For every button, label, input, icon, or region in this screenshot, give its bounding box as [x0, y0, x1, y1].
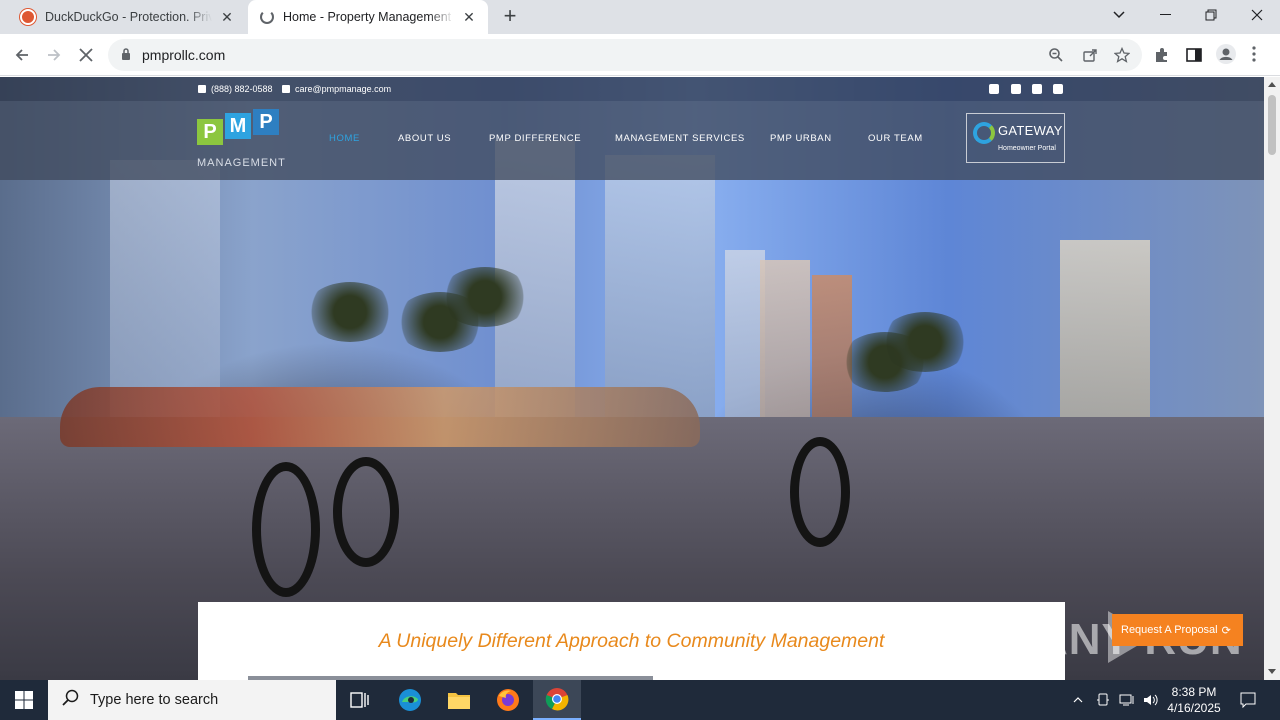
zoom-icon[interactable]	[1048, 47, 1064, 63]
nav-home[interactable]: HOME	[329, 133, 360, 144]
logo-letter: P	[253, 109, 279, 135]
gateway-portal-button[interactable]: GATEWAY Homeowner Portal	[966, 113, 1065, 163]
new-tab-button[interactable]: +	[500, 5, 520, 29]
tab-search-icon[interactable]	[1096, 0, 1142, 30]
close-tab-icon[interactable]: ✕	[460, 9, 478, 26]
search-placeholder: Type here to search	[90, 692, 219, 708]
taskbar-clock[interactable]: 8:38 PM 4/16/2025	[1158, 684, 1230, 716]
tab-duckduckgo[interactable]: DuckDuckGo - Protection. Privacy simplif…	[8, 0, 246, 34]
url-text[interactable]: pmprollc.com	[142, 47, 225, 63]
request-proposal-button[interactable]: Request A Proposal ⟳	[1112, 614, 1243, 646]
scroll-up-icon[interactable]	[1268, 82, 1276, 87]
edge-app-icon[interactable]	[386, 680, 434, 720]
logo-letter: M	[225, 113, 251, 139]
task-view-button[interactable]	[336, 680, 384, 720]
browser-toolbar: pmprollc.com	[0, 34, 1280, 76]
menu-kebab-icon[interactable]	[1252, 46, 1260, 64]
nav-about-us[interactable]: ABOUT US	[398, 133, 451, 144]
chrome-app-icon[interactable]	[533, 680, 581, 720]
windows-logo-icon	[15, 691, 33, 709]
logo-wordmark: MANAGEMENT	[197, 157, 286, 169]
tab-property-management[interactable]: Home - Property Management Professionals…	[248, 0, 488, 34]
linkedin-icon[interactable]	[1053, 84, 1063, 94]
close-tab-icon[interactable]: ✕	[218, 9, 236, 26]
nav-management-services[interactable]: MANAGEMENT SERVICES	[615, 133, 745, 144]
intro-card: A Uniquely Different Approach to Communi…	[198, 602, 1065, 680]
site-navbar: P M P MANAGEMENT HOME ABOUT US PMP DIFFE…	[0, 101, 1264, 180]
page-viewport: (888) 882-0588 care@pmpmanage.com P M P …	[0, 77, 1264, 680]
duckduckgo-favicon-icon	[20, 9, 36, 25]
twitter-icon[interactable]	[989, 84, 999, 94]
tab-strip: DuckDuckGo - Protection. Privacy simplif…	[0, 0, 1280, 34]
instagram-icon[interactable]	[1011, 84, 1021, 94]
gateway-title: GATEWAY	[998, 123, 1063, 138]
back-button[interactable]	[8, 41, 36, 69]
tagline-heading: A Uniquely Different Approach to Communi…	[378, 630, 885, 652]
side-panel-icon[interactable]	[1185, 46, 1203, 64]
phone-icon	[198, 85, 206, 93]
bookmark-star-icon[interactable]	[1113, 46, 1131, 63]
start-button[interactable]	[0, 680, 48, 720]
firefox-app-icon[interactable]	[484, 680, 532, 720]
windows-taskbar: Type here to search 8:38 PM 4/16/2025	[0, 680, 1280, 720]
email-icon	[282, 85, 290, 93]
tab-title: DuckDuckGo - Protection. Privacy simplif…	[45, 10, 212, 24]
lock-icon[interactable]	[121, 48, 131, 66]
loading-favicon-icon	[260, 10, 274, 24]
address-bar[interactable]: pmprollc.com	[108, 39, 1142, 71]
facebook-icon[interactable]	[1032, 84, 1042, 94]
gateway-logo-icon	[973, 122, 995, 144]
clock-time: 8:38 PM	[1171, 685, 1217, 699]
email-contact[interactable]: care@pmpmanage.com	[282, 84, 391, 94]
pmp-logo[interactable]: P M P MANAGEMENT	[197, 109, 285, 173]
notification-center-icon[interactable]	[1234, 680, 1262, 720]
minimize-button[interactable]	[1142, 0, 1188, 30]
clock-date: 4/16/2025	[1167, 701, 1221, 715]
close-window-button[interactable]	[1234, 0, 1280, 30]
file-explorer-icon[interactable]	[435, 680, 483, 720]
forward-button[interactable]	[40, 41, 68, 69]
restore-button[interactable]	[1188, 0, 1234, 30]
nav-pmp-difference[interactable]: PMP DIFFERENCE	[489, 133, 581, 144]
extensions-icon[interactable]	[1153, 46, 1171, 64]
scroll-down-icon[interactable]	[1268, 669, 1276, 674]
page-scrollbar[interactable]	[1264, 77, 1280, 680]
taskbar-search-box[interactable]: Type here to search	[48, 680, 336, 720]
stop-loading-button[interactable]	[72, 41, 100, 69]
site-contact-bar: (888) 882-0588 care@pmpmanage.com	[0, 77, 1264, 101]
network-icon[interactable]	[1116, 680, 1138, 720]
phone-contact[interactable]: (888) 882-0588	[198, 84, 273, 94]
search-icon	[62, 689, 80, 711]
show-hidden-icons-chevron-icon[interactable]	[1068, 680, 1088, 720]
proposal-label: Request A Proposal	[1121, 624, 1218, 636]
scroll-thumb[interactable]	[1268, 95, 1276, 155]
share-icon[interactable]	[1082, 47, 1098, 63]
logo-letter: P	[197, 119, 223, 145]
profile-avatar-icon[interactable]	[1216, 44, 1236, 64]
phone-number[interactable]: (888) 882-0588	[211, 84, 273, 94]
tab-title: Home - Property Management Professionals	[283, 10, 454, 24]
device-tray-icon[interactable]	[1093, 680, 1113, 720]
arrow-circle-icon: ⟳	[1221, 624, 1231, 637]
nav-our-team[interactable]: OUR TEAM	[868, 133, 923, 144]
email-address[interactable]: care@pmpmanage.com	[295, 84, 391, 94]
nav-pmp-urban[interactable]: PMP URBAN	[770, 133, 832, 144]
gateway-subtitle: Homeowner Portal	[998, 145, 1056, 152]
